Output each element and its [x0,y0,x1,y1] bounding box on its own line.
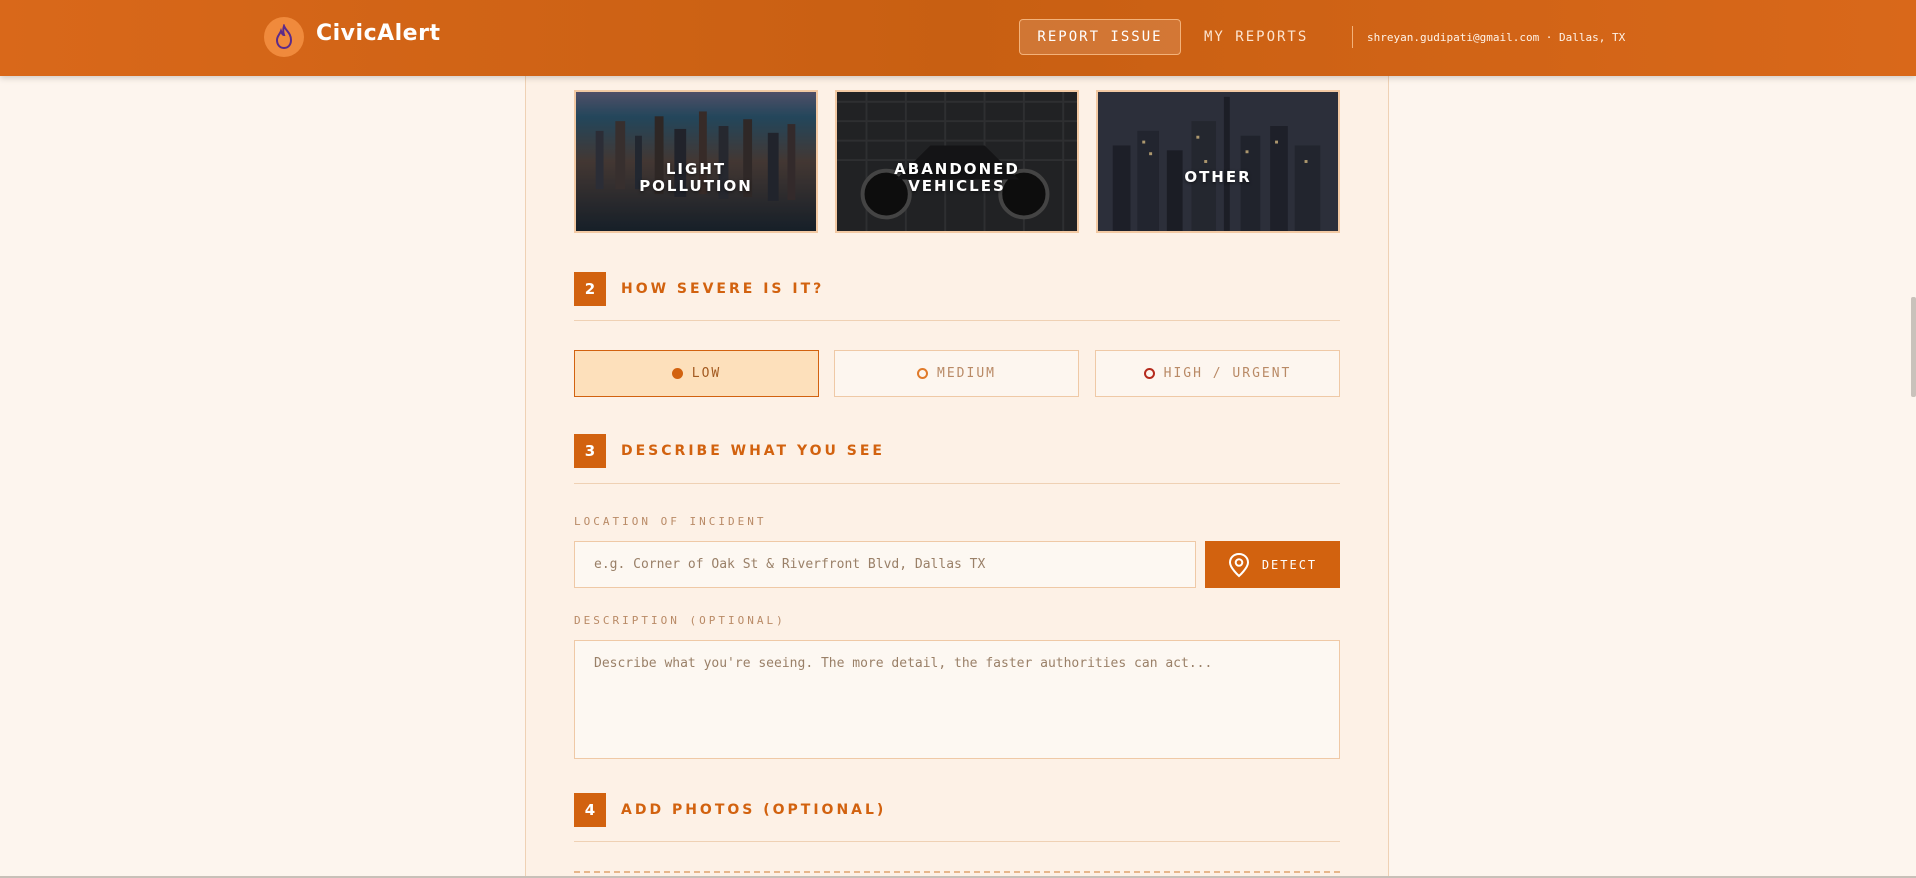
step-number: 3 [574,434,606,468]
location-label: LOCATION OF INCIDENT [574,515,767,528]
severity-label: MEDIUM [937,366,996,381]
severity-option-high-urgent[interactable]: HIGH / URGENT [1095,350,1340,397]
severity-option-low[interactable]: LOW [574,350,819,397]
detect-label: DETECT [1261,557,1318,572]
step-title: DESCRIBE WHAT YOU SEE [621,443,885,459]
location-pin-icon [1228,552,1249,577]
category-card-other[interactable]: OTHER [1096,90,1340,233]
radio-filled-icon [671,368,683,379]
detect-location-button[interactable]: DETECT [1205,541,1340,588]
step-number: 4 [574,793,606,827]
category-label: OTHER [1184,168,1252,186]
nav-divider [1352,26,1353,48]
nav-report-issue-button[interactable]: REPORT ISSUE [1019,19,1181,55]
divider [574,483,1340,484]
severity-label: HIGH / URGENT [1163,366,1292,381]
top-header: CivicAlert REPORT ISSUE MY REPORTS shrey… [0,0,1916,76]
severity-label: LOW [691,366,722,381]
category-card-light-pollution[interactable]: LIGHT POLLUTION [574,90,818,233]
description-label: DESCRIPTION (OPTIONAL) [574,614,786,627]
step-number: 2 [574,272,606,306]
location-input[interactable] [574,541,1196,588]
severity-option-medium[interactable]: MEDIUM [834,350,1079,397]
step-title: HOW SEVERE IS IT? [621,281,825,297]
flame-logo-icon[interactable] [264,17,304,57]
radio-empty-icon [917,368,929,379]
category-label: ABANDONED VEHICLES [894,159,1020,195]
category-card-abandoned-vehicles[interactable]: ABANDONED VEHICLES [835,90,1079,233]
radio-empty-icon [1143,368,1155,379]
user-info: shreyan.gudipati@gmail.com · Dallas, TX [1367,30,1626,44]
description-textarea[interactable] [574,640,1340,759]
scrollbar-thumb[interactable] [1911,297,1916,397]
divider [574,320,1340,321]
category-label: LIGHT POLLUTION [639,159,753,195]
nav-my-reports-link[interactable]: MY REPORTS [1204,19,1308,55]
brand-name[interactable]: CivicAlert [316,21,440,46]
step-title: ADD PHOTOS (OPTIONAL) [621,802,887,818]
divider [574,841,1340,842]
